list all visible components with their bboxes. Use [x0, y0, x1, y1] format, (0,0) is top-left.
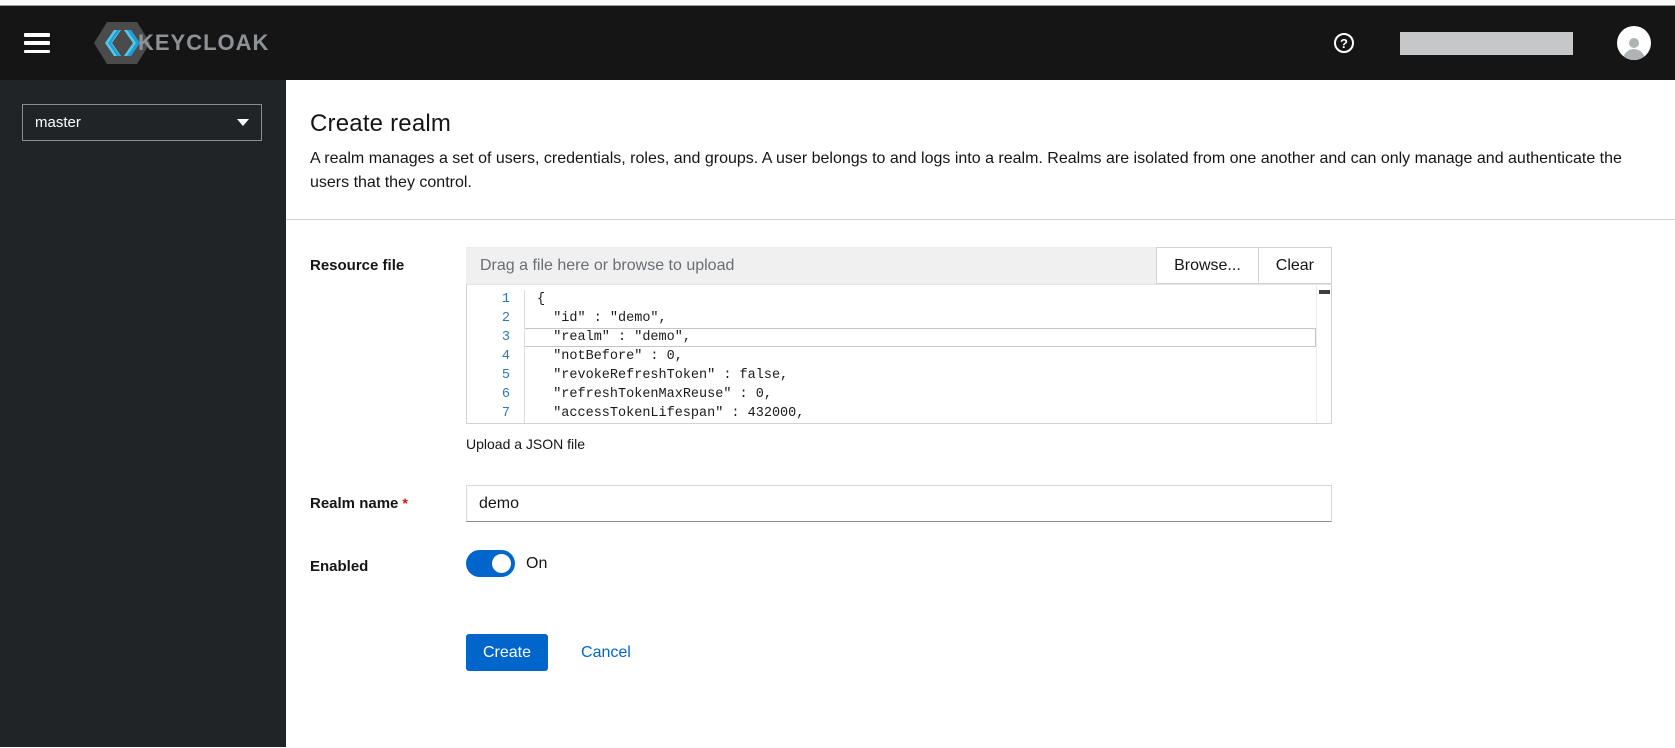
actions-row: Create Cancel	[310, 634, 1651, 671]
upload-helper-text: Upload a JSON file	[466, 436, 586, 452]
user-avatar-icon[interactable]	[1617, 26, 1651, 60]
page-description: A realm manages a set of users, credenti…	[310, 150, 1622, 191]
code-line: 5 "revokeRefreshToken" : false,	[467, 366, 1331, 385]
chevron-down-icon	[237, 119, 249, 126]
line-code-text: "notBefore" : 0,	[537, 349, 683, 364]
file-upload-group: Browse... Clear	[466, 247, 1332, 284]
cancel-button[interactable]: Cancel	[581, 644, 631, 662]
line-number: 1	[467, 290, 525, 309]
create-realm-form: Resource file Browse... Clear 1 { 2 "id"…	[286, 220, 1675, 698]
line-number: 7	[467, 404, 525, 423]
json-code-editor[interactable]: 1 { 2 "id" : "demo", 3 "realm" : "demo",…	[466, 284, 1332, 424]
help-icon[interactable]: ?	[1334, 33, 1354, 53]
code-line: 7 "accessTokenLifespan" : 432000,	[467, 404, 1331, 423]
browse-button[interactable]: Browse...	[1156, 247, 1259, 284]
line-code-text: "id" : "demo",	[537, 311, 667, 326]
line-number: 6	[467, 385, 525, 404]
page-title: Create realm	[310, 110, 452, 137]
scrollbar-thumb-icon[interactable]	[1318, 290, 1330, 294]
realm-selector-value: master	[35, 114, 81, 131]
line-number: 2	[467, 309, 525, 328]
line-number: 4	[467, 347, 525, 366]
sidebar: master	[0, 80, 286, 747]
code-line: 6 "refreshTokenMaxReuse" : 0,	[467, 385, 1331, 404]
code-line: 4 "notBefore" : 0,	[467, 347, 1331, 366]
file-upload-input[interactable]	[466, 247, 1157, 284]
required-asterisk: *	[402, 495, 408, 511]
create-button[interactable]: Create	[466, 634, 549, 671]
enabled-row: Enabled On	[310, 548, 1651, 577]
realm-selector-dropdown[interactable]: master	[22, 104, 262, 141]
nav-toggle-hamburger-icon[interactable]	[24, 33, 50, 53]
code-line: 3 "realm" : "demo",	[467, 328, 1331, 347]
line-number: 3	[467, 328, 525, 347]
line-code-text: "realm" : "demo",	[525, 328, 1316, 347]
keycloak-logo[interactable]: KEYCLOAK	[90, 20, 269, 66]
resource-file-row: Resource file Browse... Clear 1 { 2 "id"…	[310, 247, 1651, 452]
enabled-toggle[interactable]	[466, 550, 515, 577]
masthead: KEYCLOAK ?	[0, 6, 1675, 80]
clear-button[interactable]: Clear	[1257, 247, 1332, 284]
toggle-knob-icon	[492, 554, 511, 573]
main-content: Create realm A realm manages a set of us…	[286, 80, 1675, 747]
code-line: 1 {	[467, 290, 1331, 309]
line-code-text: "revokeRefreshToken" : false,	[537, 368, 789, 383]
line-code-text: {	[537, 292, 546, 307]
enabled-state-label: On	[526, 554, 548, 572]
line-code-text: "refreshTokenMaxReuse" : 0,	[537, 387, 772, 402]
realm-name-label: Realm name *	[310, 495, 408, 512]
line-code-text: "accessTokenLifespan" : 432000,	[537, 406, 805, 421]
resource-file-label: Resource file	[310, 257, 405, 274]
enabled-label: Enabled	[310, 558, 369, 575]
realm-name-input[interactable]	[466, 485, 1332, 522]
realm-name-row: Realm name *	[310, 485, 1651, 522]
editor-scrollbar[interactable]	[1316, 285, 1331, 423]
brand-title: KEYCLOAK	[138, 30, 270, 55]
masthead-placeholder-bar	[1400, 31, 1573, 55]
line-number: 5	[467, 366, 525, 385]
code-line: 2 "id" : "demo",	[467, 309, 1331, 328]
code-editor-lines: 1 { 2 "id" : "demo", 3 "realm" : "demo",…	[467, 285, 1331, 423]
